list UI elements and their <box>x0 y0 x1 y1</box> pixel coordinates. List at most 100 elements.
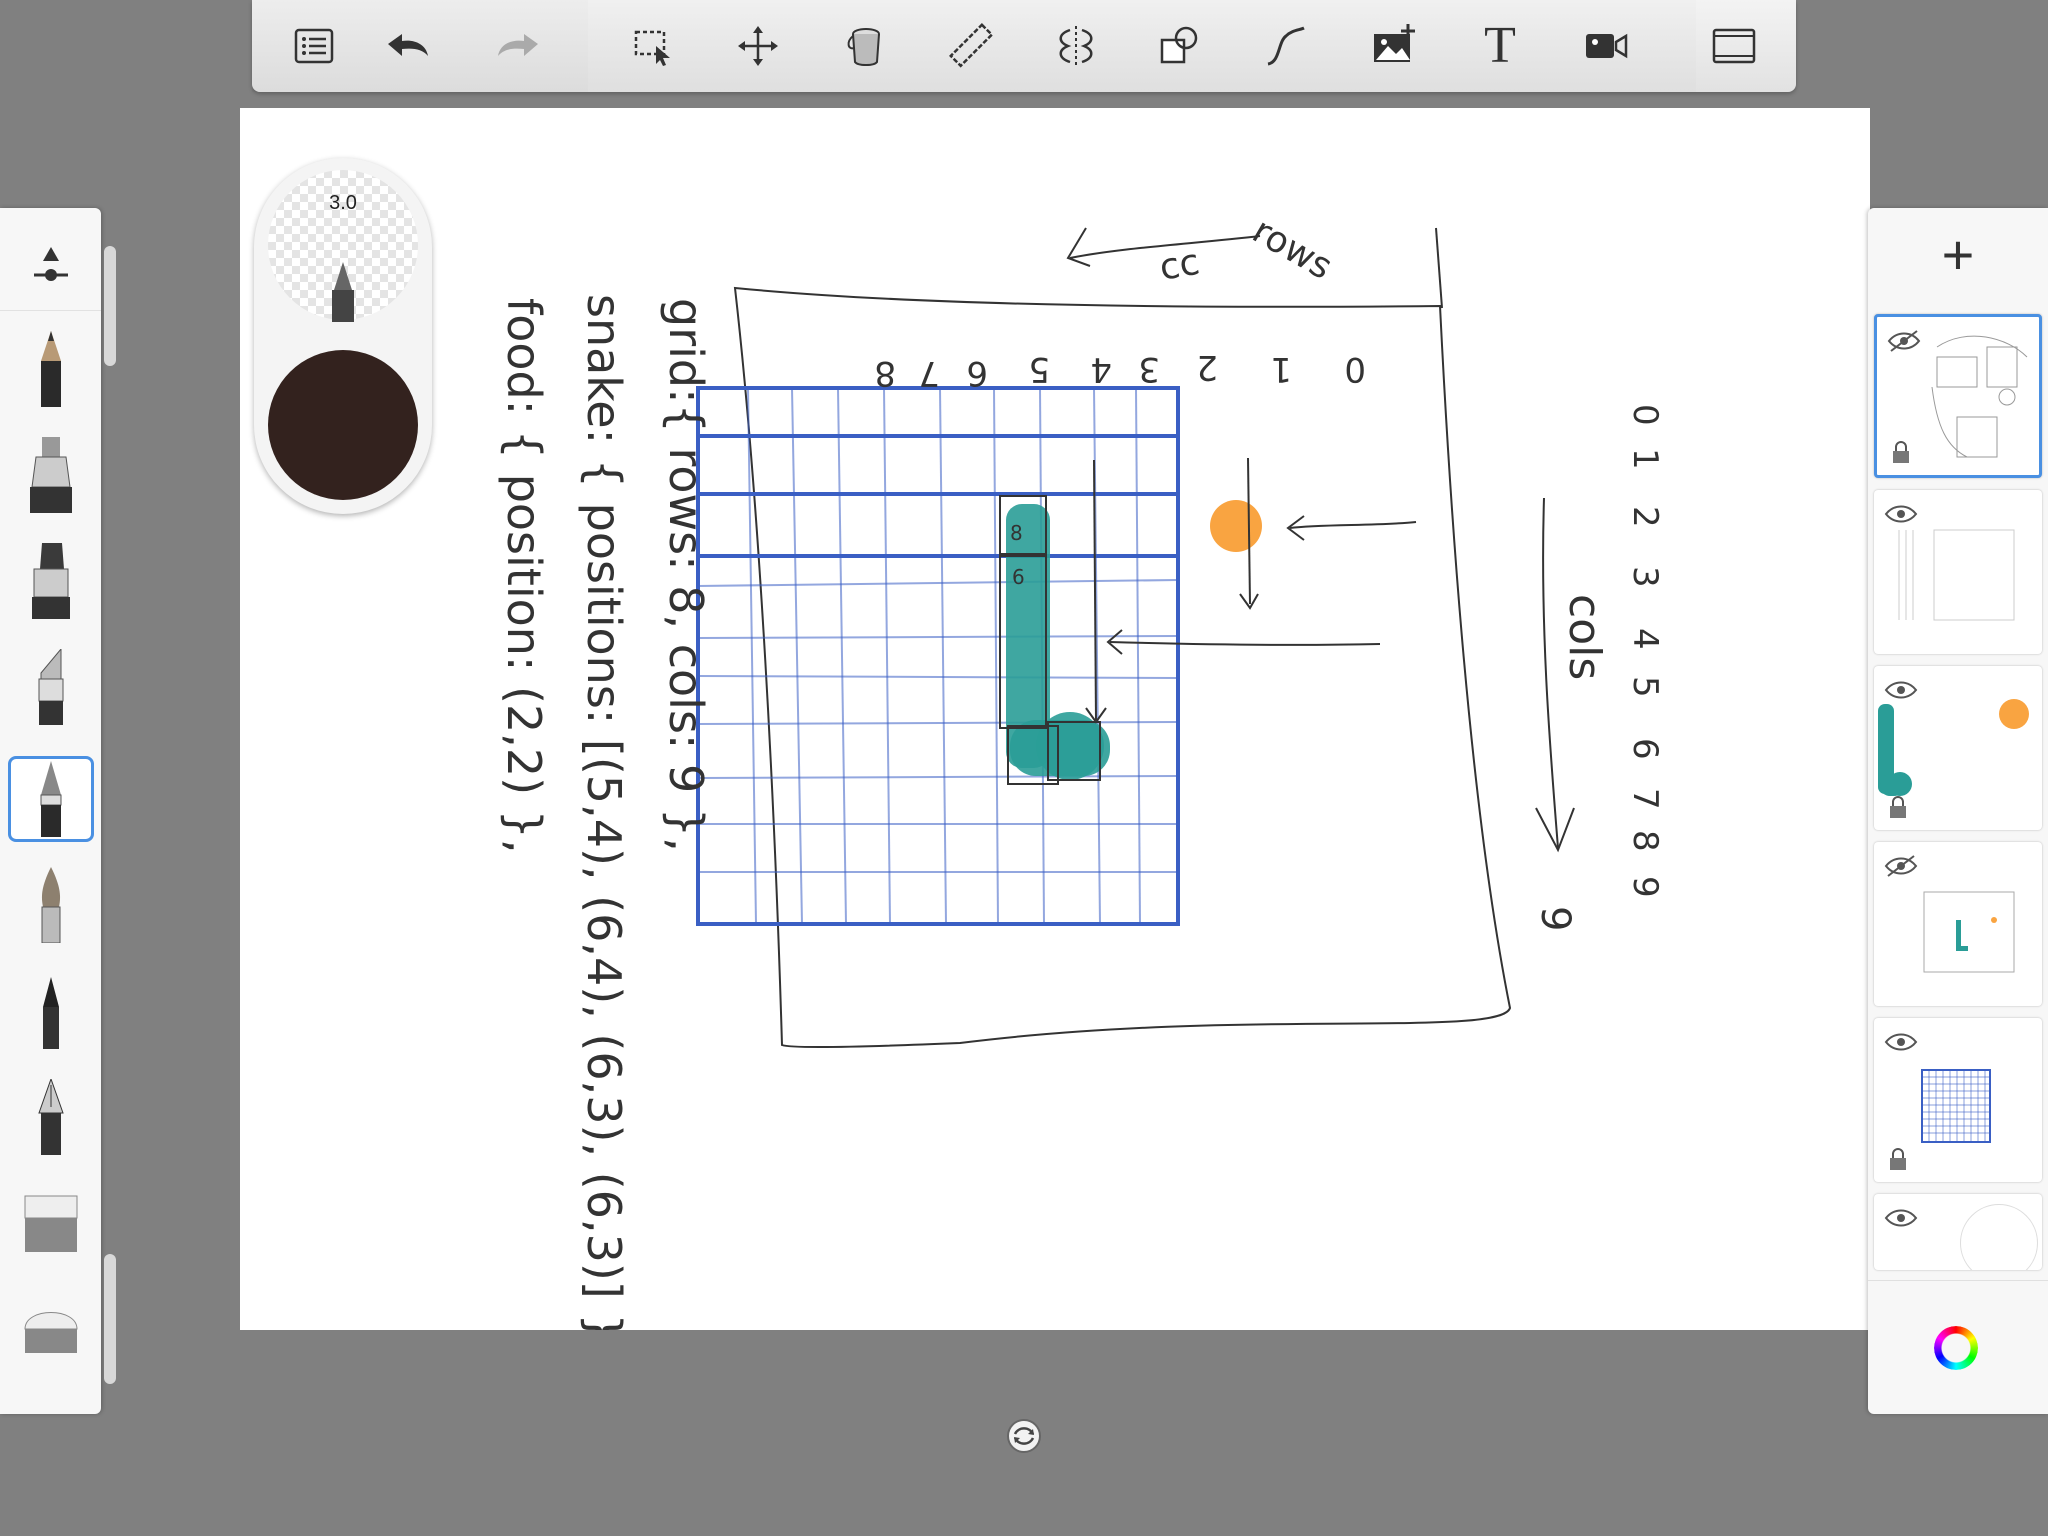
grid-side-label: 8 <box>1625 830 1665 852</box>
brush-size-control[interactable]: 3.0 <box>268 170 418 322</box>
grid-side-label: 4 <box>1625 628 1665 650</box>
grid-top-label: 0 <box>1344 349 1366 389</box>
brush-color-swatch[interactable] <box>268 350 418 500</box>
layer-thumbnail[interactable] <box>1874 490 2042 654</box>
color-wheel-button[interactable] <box>1934 1326 1978 1370</box>
layer-preview <box>1923 891 2015 973</box>
blue-grid <box>696 386 1180 926</box>
tool-scrollbar-top[interactable] <box>104 246 116 366</box>
symmetry-icon <box>1059 26 1093 66</box>
fullscreen-button[interactable] <box>1706 18 1762 74</box>
layer-preview <box>1931 335 2028 458</box>
fill-button[interactable] <box>838 18 894 74</box>
right-arrow-label: cols <box>1559 594 1610 680</box>
layer-thumbnail[interactable] <box>1874 842 2042 1006</box>
airbrush-tool[interactable] <box>8 432 94 518</box>
lock-icon <box>1893 441 1909 463</box>
code-line-grid: grid:{ rows: 8, cols: 9 }, <box>659 298 713 852</box>
text-button[interactable]: T <box>1472 18 1528 74</box>
ballpoint-pen-tool[interactable] <box>8 756 94 842</box>
grid-top-label: 8 <box>874 353 896 393</box>
pencil-icon <box>41 331 61 407</box>
ballpoint-pen-icon <box>40 761 62 837</box>
paintbrush-icon <box>32 543 70 619</box>
layer-preview <box>1898 529 2015 621</box>
move-arrows-icon <box>738 26 778 66</box>
grid-top-label: 7 <box>918 353 940 393</box>
grid-top-label: 1 <box>1270 349 1292 389</box>
eraser-tool[interactable] <box>8 1180 94 1266</box>
symmetry-button[interactable] <box>1048 18 1104 74</box>
rotate-icon <box>1007 1419 1041 1453</box>
paint-bucket-icon <box>847 28 880 66</box>
redo-button[interactable] <box>490 18 546 74</box>
food <box>1210 500 1262 552</box>
undo-arrow-icon <box>388 34 428 56</box>
undo-button[interactable] <box>380 18 436 74</box>
layers-panel: + <box>1868 208 2048 1414</box>
selection-button[interactable] <box>626 18 682 74</box>
fountain-pen-tool[interactable] <box>8 1074 94 1160</box>
stroke-button[interactable] <box>1258 18 1314 74</box>
fullscreen-frame-icon <box>1712 28 1756 64</box>
soft-eraser-tool[interactable] <box>8 1286 94 1372</box>
color-wheel-icon <box>1934 1326 1978 1370</box>
tool-panel <box>0 208 116 1414</box>
code-line-food: food: { position: (2,2) }, <box>497 298 551 854</box>
transform-button[interactable] <box>730 18 786 74</box>
right-arrow-end-label: 9 <box>1532 906 1578 931</box>
marker-tool[interactable] <box>8 644 94 730</box>
sketch-drawing: rows cc cols 9 8 7 6 5 4 3 2 1 0 0 1 2 3… <box>497 210 1665 1330</box>
felt-pen-icon <box>43 977 59 1049</box>
layer-preview <box>1921 1069 1991 1143</box>
add-image-button[interactable] <box>1366 18 1422 74</box>
paintbrush-tool[interactable] <box>8 538 94 624</box>
eye-icon <box>1884 1209 1918 1227</box>
record-button[interactable] <box>1578 18 1634 74</box>
pencil-tool[interactable] <box>8 326 94 412</box>
tool-scrollbar-bottom[interactable] <box>104 1254 116 1384</box>
redo-arrow-icon <box>498 34 538 56</box>
ruler-icon <box>949 23 994 68</box>
layer-preview <box>1878 699 2029 796</box>
paint-brush-tool[interactable] <box>8 862 94 948</box>
canvas-rotate-button[interactable] <box>1006 1418 1042 1454</box>
soft-eraser-icon <box>24 1312 78 1353</box>
add-layer-button[interactable]: + <box>1868 222 2048 287</box>
layer-thumbnail[interactable] <box>1874 1018 2042 1182</box>
shapes-button[interactable] <box>1152 18 1208 74</box>
grid-top-label: 4 <box>1090 349 1112 389</box>
layer-thumbnail[interactable] <box>1874 1194 2042 1270</box>
snake-cell-mark: 8 <box>1010 521 1023 545</box>
brush-size-value: 3.0 <box>329 192 357 214</box>
grid-side-label: 7 <box>1625 788 1665 810</box>
lock-icon <box>1890 1148 1906 1170</box>
top-arrow-label-2: cc <box>1156 242 1202 289</box>
felt-pen-tool[interactable] <box>8 968 94 1054</box>
ruler-button[interactable] <box>944 18 1000 74</box>
curve-stroke-icon <box>1267 26 1305 66</box>
pen-nib-icon <box>332 262 354 322</box>
outer-frame <box>733 286 1512 1049</box>
grid-side-label: 5 <box>1625 676 1665 698</box>
grid-top-label: 2 <box>1196 347 1218 387</box>
text-T-icon: T <box>1484 17 1516 74</box>
slider-settings-icon <box>34 247 68 281</box>
grid-top-label: 6 <box>966 353 988 393</box>
layer-thumbnail[interactable] <box>1874 666 2042 830</box>
drawing-canvas[interactable]: rows cc cols 9 8 7 6 5 4 3 2 1 0 0 1 2 3… <box>240 108 1870 1330</box>
grid-top-label: 3 <box>1138 349 1160 389</box>
brush-puck[interactable]: 3.0 <box>254 158 432 514</box>
grid-side-label: 9 <box>1625 876 1665 898</box>
grid-side-label: 0 <box>1625 404 1665 426</box>
brush-settings-button[interactable] <box>8 214 94 314</box>
eye-icon <box>1884 1033 1918 1051</box>
eraser-icon <box>24 1195 78 1252</box>
code-line-snake: snake: { positions: [(5,4), (6,4), (6,3)… <box>577 294 631 1330</box>
grid-side-label: 1 <box>1625 448 1665 470</box>
add-image-icon <box>1374 24 1415 62</box>
layer-thumbnail[interactable] <box>1874 314 2042 478</box>
soft-brush-icon <box>41 867 61 943</box>
layers-list-button[interactable] <box>286 18 342 74</box>
grid-top-label: 5 <box>1028 349 1050 389</box>
